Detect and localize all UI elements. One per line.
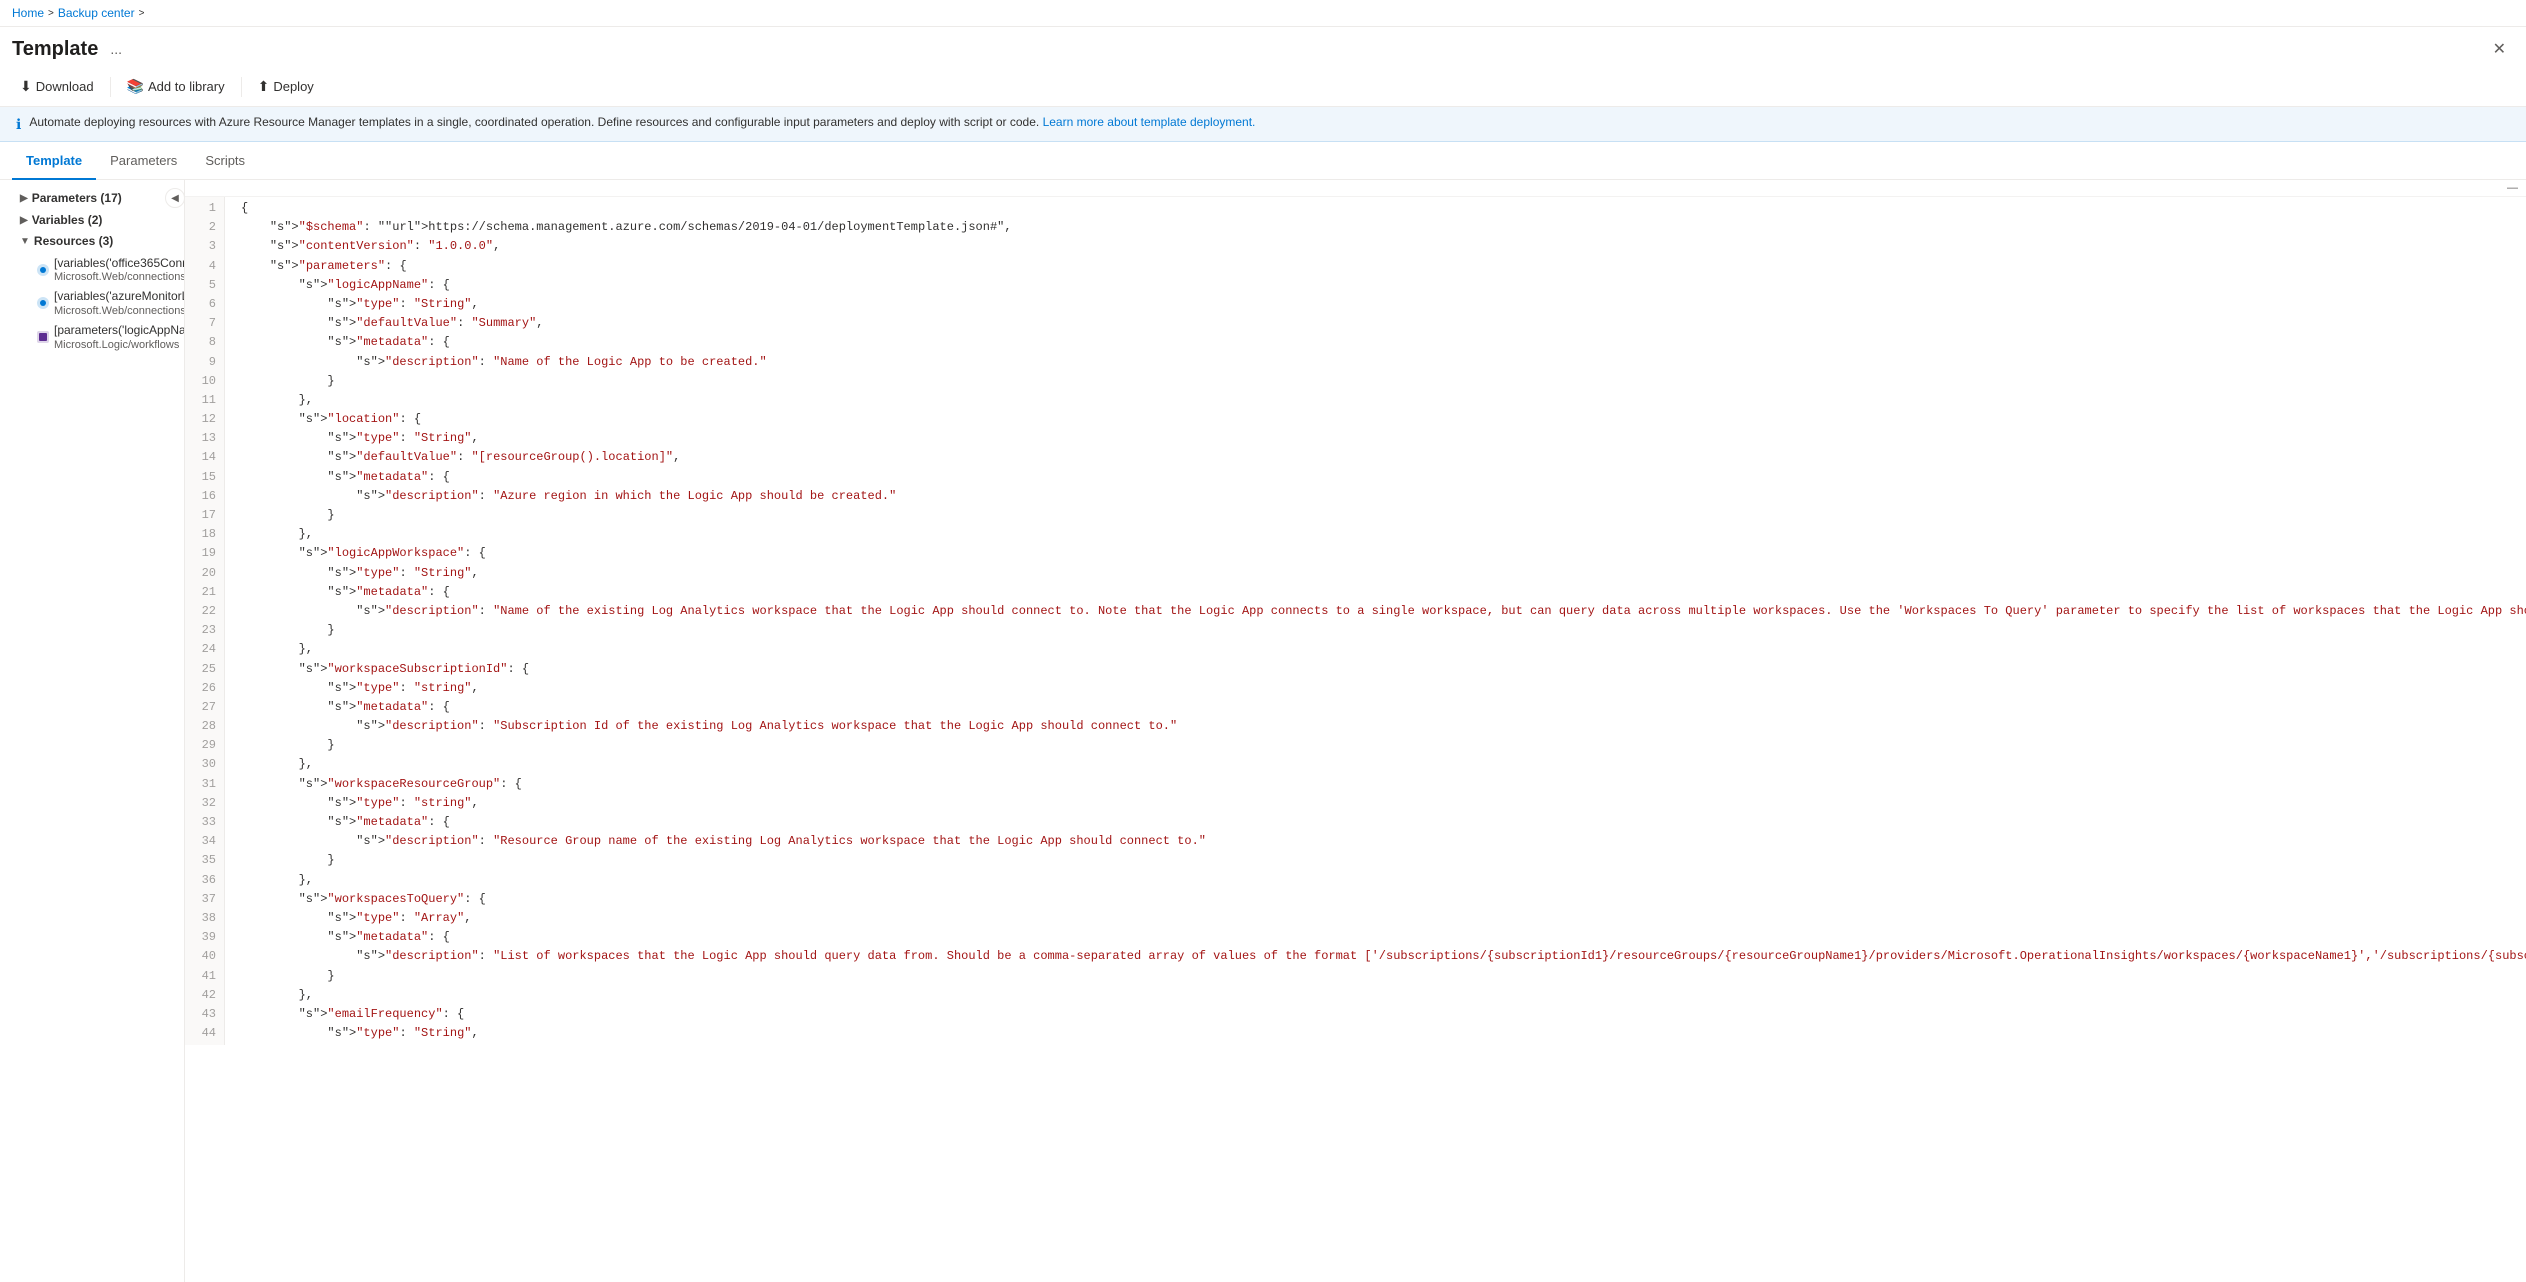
left-panel: ◀ ▶ Parameters (17) ▶ Variables (2) ▼ Re… xyxy=(0,180,185,1282)
collapse-panel-button[interactable]: ◀ xyxy=(165,188,185,208)
breadcrumb-sep2: > xyxy=(139,8,145,19)
resource-3-name: [parameters('logicAppName')] xyxy=(54,323,176,339)
minimize-editor-icon[interactable]: — xyxy=(2507,182,2518,194)
code-container: 1234567891011121314151617181920212223242… xyxy=(185,197,2526,1045)
add-to-library-button[interactable]: 📚 Add to library xyxy=(119,73,233,100)
line-numbers: 1234567891011121314151617181920212223242… xyxy=(185,197,225,1045)
breadcrumb-sep1: > xyxy=(48,8,54,19)
resource-2-name: [variables('azureMonitorLogsConn... xyxy=(54,289,176,305)
tree-group-variables[interactable]: ▶ Variables (2) xyxy=(0,210,184,232)
connection-icon-1 xyxy=(36,263,50,277)
toolbar: ⬇ Download 📚 Add to library ⬆ Deploy xyxy=(0,67,2526,107)
tree-group-parameters[interactable]: ▶ Parameters (17) xyxy=(0,188,184,210)
main-area: ◀ ▶ Parameters (17) ▶ Variables (2) ▼ Re… xyxy=(0,180,2526,1282)
tabs-bar: Template Parameters Scripts xyxy=(0,142,2526,180)
close-button[interactable]: ✕ xyxy=(2485,35,2514,63)
breadcrumb-backup-center[interactable]: Backup center xyxy=(58,6,135,20)
expand-parameters-icon: ▶ xyxy=(20,193,28,204)
tab-scripts[interactable]: Scripts xyxy=(191,143,259,180)
editor-header: — xyxy=(185,180,2526,197)
deploy-label: Deploy xyxy=(273,79,313,94)
logic-app-icon xyxy=(36,330,50,344)
code-content[interactable]: { "s">"$schema": ""url">https://schema.m… xyxy=(225,197,2526,1045)
info-link[interactable]: Learn more about template deployment. xyxy=(1043,115,1256,129)
resource-2-type: Microsoft.Web/connections xyxy=(54,305,176,317)
page-title: Template xyxy=(12,38,98,61)
tab-parameters[interactable]: Parameters xyxy=(96,143,191,180)
variables-group-label: Variables (2) xyxy=(32,213,103,229)
add-to-library-label: Add to library xyxy=(148,79,225,94)
tree-resource-1[interactable]: [variables('office365ConnectionNa... Mic… xyxy=(0,253,184,287)
editor-area: — 12345678910111213141516171819202122232… xyxy=(185,180,2526,1282)
tree-resource-3[interactable]: [parameters('logicAppName')] Microsoft.L… xyxy=(0,320,184,354)
breadcrumb-home[interactable]: Home xyxy=(12,6,44,20)
info-text: Automate deploying resources with Azure … xyxy=(29,115,1255,129)
tab-template[interactable]: Template xyxy=(12,143,96,180)
tree-resource-2[interactable]: [variables('azureMonitorLogsConn... Micr… xyxy=(0,286,184,320)
download-icon: ⬇ xyxy=(20,78,32,95)
add-to-library-icon: 📚 xyxy=(127,78,144,95)
info-icon: ℹ xyxy=(16,116,21,133)
parameters-group-label: Parameters (17) xyxy=(32,191,122,207)
deploy-icon: ⬆ xyxy=(258,78,270,95)
expand-variables-icon: ▶ xyxy=(20,215,28,226)
deploy-button[interactable]: ⬆ Deploy xyxy=(250,73,322,100)
resource-3-type: Microsoft.Logic/workflows xyxy=(54,339,176,351)
toolbar-divider-2 xyxy=(241,77,242,97)
info-banner: ℹ Automate deploying resources with Azur… xyxy=(0,107,2526,142)
connection-icon-2 xyxy=(36,296,50,310)
resource-1-name: [variables('office365ConnectionNa... xyxy=(54,256,176,272)
title-more-button[interactable]: ... xyxy=(106,39,126,59)
expand-resources-icon: ▼ xyxy=(20,236,30,247)
resources-group-label: Resources (3) xyxy=(34,234,113,250)
editor-scroll[interactable]: 1234567891011121314151617181920212223242… xyxy=(185,197,2526,1282)
breadcrumb: Home > Backup center > xyxy=(0,0,2526,27)
download-button[interactable]: ⬇ Download xyxy=(12,73,102,100)
tree-group-resources[interactable]: ▼ Resources (3) xyxy=(0,231,184,253)
resource-1-type: Microsoft.Web/connections xyxy=(54,271,176,283)
toolbar-divider-1 xyxy=(110,77,111,97)
download-label: Download xyxy=(36,79,94,94)
